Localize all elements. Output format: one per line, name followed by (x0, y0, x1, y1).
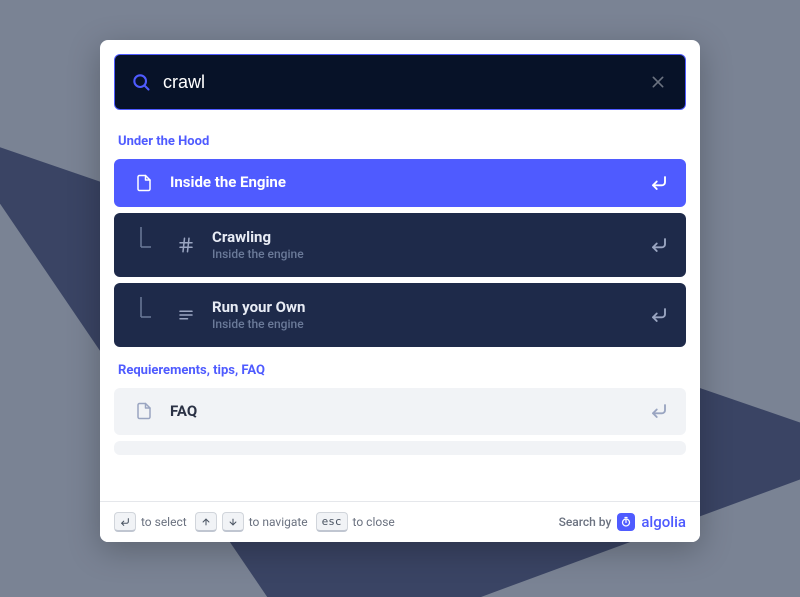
result-subtitle: Inside the engine (212, 247, 636, 261)
result-text: Run your OwnInside the engine (212, 298, 636, 332)
footer-hint-select: to select (114, 512, 187, 532)
page-icon (132, 174, 156, 192)
result-item[interactable]: Inside the Engine (114, 159, 686, 207)
page-icon (132, 402, 156, 420)
tree-indent-icon (132, 227, 160, 263)
result-text: Inside the Engine (170, 173, 636, 193)
result-text: FAQ (170, 402, 636, 422)
search-bar-wrap (100, 40, 700, 124)
result-item[interactable]: FAQ (114, 388, 686, 436)
lines-icon (174, 306, 198, 324)
tree-indent-icon (132, 297, 160, 333)
section-title: Under the Hood (114, 124, 686, 159)
result-subtitle: Inside the engine (212, 317, 636, 331)
enter-icon (650, 306, 668, 324)
enter-icon (650, 236, 668, 254)
footer-hint-close: esc to close (316, 512, 395, 532)
result-title: Run your Own (212, 298, 636, 318)
powered-by-label: Search by (559, 515, 612, 529)
close-icon (650, 74, 666, 90)
enter-icon (650, 174, 668, 192)
result-item[interactable]: CrawlingInside the engine (114, 213, 686, 277)
algolia-name: algolia (641, 513, 686, 531)
footer-select-label: to select (141, 515, 187, 529)
section-title: Requierements, tips, FAQ (114, 353, 686, 388)
arrow-up-key-icon (195, 512, 217, 532)
enter-key-icon (114, 512, 136, 532)
result-title: FAQ (170, 402, 636, 422)
search-icon (131, 72, 151, 92)
enter-icon (650, 402, 668, 420)
result-text: CrawlingInside the engine (212, 228, 636, 262)
search-modal: Under the HoodInside the EngineCrawlingI… (100, 40, 700, 542)
powered-by[interactable]: Search by algolia (559, 513, 686, 531)
footer-navigate-label: to navigate (249, 515, 308, 529)
clear-button[interactable] (647, 71, 669, 93)
results-list[interactable]: Under the HoodInside the EngineCrawlingI… (100, 124, 700, 501)
footer-close-label: to close (353, 515, 395, 529)
result-item[interactable] (114, 441, 686, 455)
algolia-logo-icon (617, 513, 635, 531)
hash-icon (174, 236, 198, 254)
arrow-down-key-icon (222, 512, 244, 532)
result-item[interactable]: Run your OwnInside the engine (114, 283, 686, 347)
footer-hint-navigate: to navigate (195, 512, 308, 532)
footer: to select to navigate esc to close Searc… (100, 501, 700, 542)
search-input[interactable] (163, 72, 635, 93)
search-bar (114, 54, 686, 110)
esc-key: esc (316, 512, 348, 532)
result-title: Inside the Engine (170, 173, 636, 193)
result-title: Crawling (212, 228, 636, 248)
